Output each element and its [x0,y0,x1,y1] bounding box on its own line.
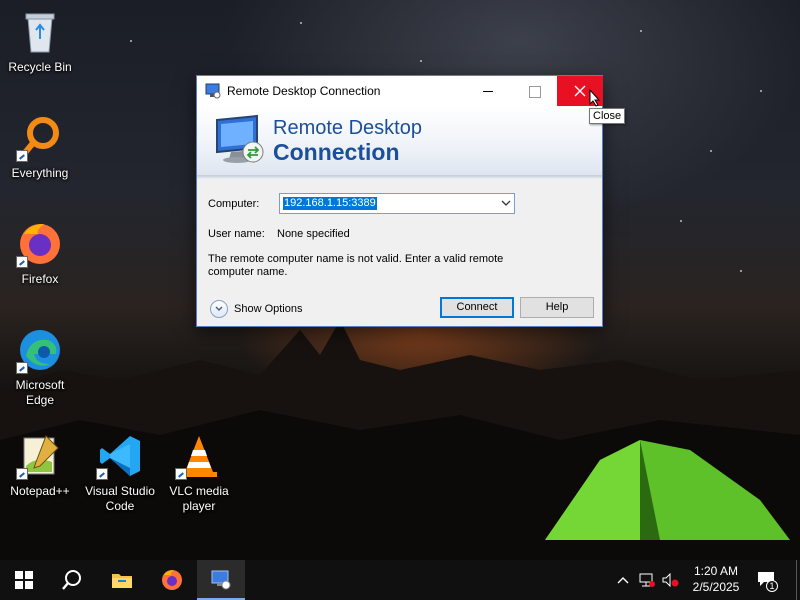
vscode-icon [96,432,144,480]
desktop-icon-label: VLC media player [169,484,229,513]
show-options-label: Show Options [234,303,303,315]
search-icon [62,570,81,590]
volume-muted-icon[interactable] [662,573,680,587]
error-message: The remote computer name is not valid. E… [208,253,504,278]
taskbar-file-explorer[interactable] [98,560,146,600]
remote-desktop-window: Remote Desktop Connection Remote Desktop… [196,75,603,327]
chevron-up-icon[interactable] [617,575,629,585]
remote-desktop-monitor-icon [213,114,267,166]
recycle-bin-icon [16,8,64,56]
desktop-icon-firefox[interactable]: Firefox [1,220,79,287]
desktop-icon-notepad-plus-plus[interactable]: Notepad++ [1,432,79,499]
banner-divider [197,176,602,179]
computer-input[interactable]: 192.168.1.15:3389 [279,193,515,214]
clock-date[interactable]: 2/5/2025 [686,580,746,594]
window-titlebar[interactable]: Remote Desktop Connection [197,76,603,106]
close-icon [574,85,586,97]
banner-title-line1: Remote Desktop [273,117,422,139]
taskbar-search-button[interactable] [48,560,96,600]
desktop-icon-label: Notepad++ [10,484,70,498]
everything-search-icon [16,114,64,162]
start-icon [15,571,33,589]
firefox-icon [162,570,182,590]
desktop-icon-vscode[interactable]: Visual Studio Code [81,432,159,514]
computer-input-value[interactable]: 192.168.1.15:3389 [283,197,377,210]
shortcut-arrow-icon [16,468,28,480]
notification-center-button[interactable]: 1 [756,570,782,592]
notification-count-badge: 1 [766,580,778,592]
taskbar-remote-desktop[interactable] [197,560,245,600]
username-label: User name: [208,228,265,240]
desktop-icon-edge[interactable]: Microsoft Edge [1,326,79,408]
expand-chevron-icon[interactable] [210,300,228,318]
shortcut-arrow-icon [175,468,187,480]
chevron-down-icon[interactable] [501,199,511,207]
shortcut-arrow-icon [96,468,108,480]
start-button[interactable] [0,560,48,600]
window-title: Remote Desktop Connection [227,84,381,98]
notepad-plus-plus-icon [16,432,64,480]
network-icon[interactable] [639,573,655,587]
banner-title-line2: Connection [273,139,400,165]
username-value: None specified [277,228,350,240]
close-tooltip: Close [589,108,626,124]
desktop-icon-vlc[interactable]: VLC media player [160,432,238,514]
help-button[interactable]: Help [520,297,594,318]
desktop-icon-label: Firefox [21,272,59,286]
rdc-banner: Remote Desktop Connection [197,106,602,176]
show-desktop-button[interactable] [796,560,797,600]
connect-button[interactable]: Connect [440,297,514,318]
desktop-icon-label: Everything [11,166,69,180]
mountain-silhouette [0,320,800,560]
taskbar [0,560,800,600]
computer-label: Computer: [208,198,260,210]
firefox-icon [16,220,64,268]
shortcut-arrow-icon [16,150,28,162]
desktop-icon-recycle-bin[interactable]: Recycle Bin [1,8,79,75]
remote-desktop-icon [205,83,221,99]
minimize-button[interactable] [465,76,511,106]
vlc-icon [175,432,223,480]
desktop-icon-label: Visual Studio Code [85,484,155,513]
taskbar-firefox[interactable] [148,560,196,600]
file-explorer-icon [112,574,132,588]
maximize-button[interactable] [511,76,557,106]
desktop-icon-label: Microsoft Edge [15,378,65,407]
desktop-icon-everything[interactable]: Everything [1,114,79,181]
shortcut-arrow-icon [16,362,28,374]
desktop-icon-label: Recycle Bin [8,60,72,74]
remote-desktop-icon [211,570,231,590]
shortcut-arrow-icon [16,256,28,268]
edge-icon [16,326,64,374]
clock-time[interactable]: 1:20 AM [686,564,746,578]
mouse-cursor-icon [589,89,601,107]
